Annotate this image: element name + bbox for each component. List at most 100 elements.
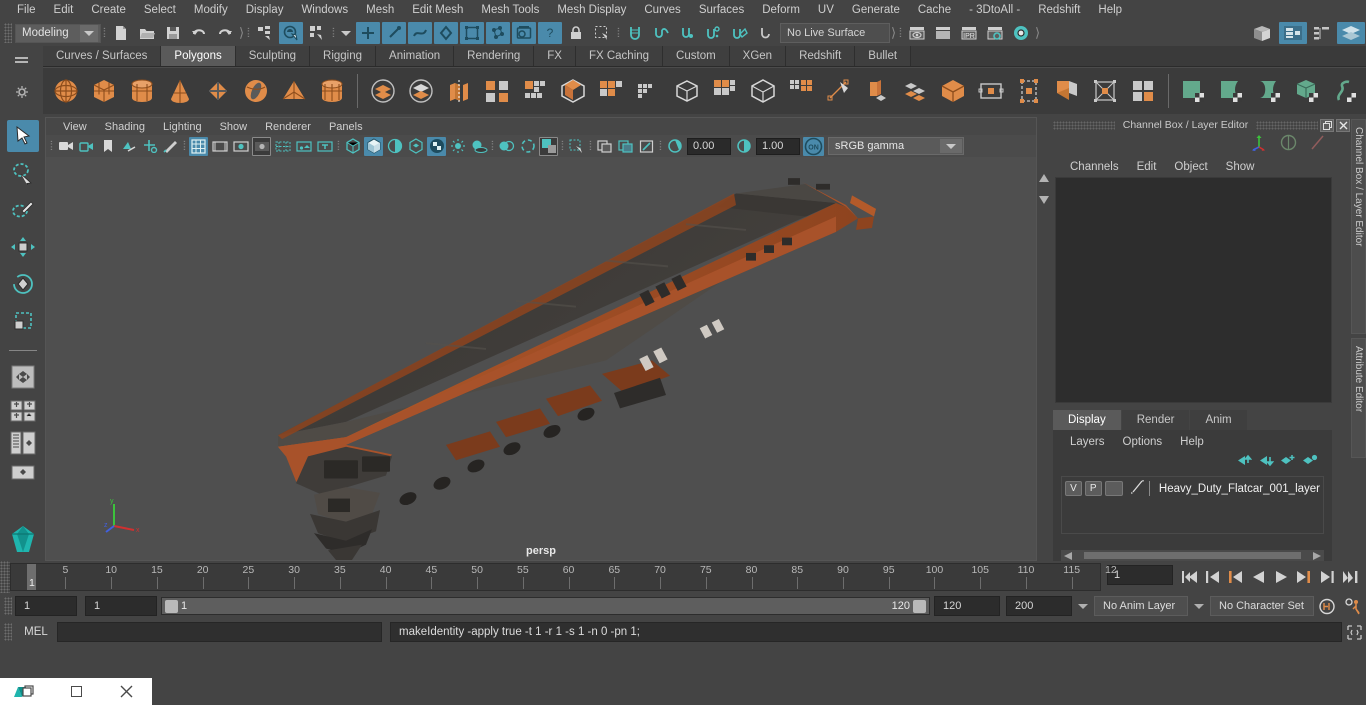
uv-planar-map-icon[interactable]	[1175, 70, 1213, 112]
step-back-keyframe-icon[interactable]	[1202, 566, 1222, 588]
anim-layer-selector[interactable]: No Anim Layer	[1094, 596, 1188, 616]
last-tool-used-button[interactable]	[7, 361, 39, 393]
separate-icon[interactable]	[402, 70, 440, 112]
menu-item-mesh[interactable]: Mesh	[357, 0, 403, 20]
hypershade-persp-layout-button[interactable]	[7, 522, 39, 556]
viewport-menu-view[interactable]: View	[54, 121, 96, 133]
rotate-tool-button[interactable]	[7, 268, 39, 300]
range-end-handle[interactable]	[913, 599, 926, 613]
save-scene-icon[interactable]	[161, 22, 185, 44]
select-handle-icon[interactable]	[512, 22, 536, 44]
2d-pan-zoom-icon[interactable]	[140, 137, 159, 156]
screen-space-ao-icon[interactable]	[497, 137, 516, 156]
shaded-wireframe-icon[interactable]	[406, 137, 425, 156]
menu-item-cache[interactable]: Cache	[909, 0, 960, 20]
poly-pyramid-icon[interactable]	[275, 70, 313, 112]
shelf-tab-rigging[interactable]: Rigging	[310, 46, 377, 66]
lasso-select-tool-button[interactable]	[7, 157, 39, 189]
select-vertex-icon[interactable]	[356, 22, 380, 44]
layer-tab-render[interactable]: Render	[1121, 410, 1190, 431]
new-layer-from-selected-icon[interactable]	[1302, 454, 1318, 472]
multisample-icon[interactable]	[539, 136, 558, 156]
scale-tool-button[interactable]	[7, 305, 39, 337]
menu-item-mesh-display[interactable]: Mesh Display	[548, 0, 635, 20]
target-weld-icon[interactable]	[972, 70, 1010, 112]
menu-item-generate[interactable]: Generate	[843, 0, 909, 20]
viewport-menu-lighting[interactable]: Lighting	[154, 121, 211, 133]
menu-item-create[interactable]: Create	[82, 0, 135, 20]
select-tool-button[interactable]	[6, 120, 39, 152]
lighting-icon[interactable]	[448, 137, 467, 156]
xray-icon[interactable]	[595, 137, 614, 156]
grid-icon[interactable]	[189, 136, 208, 156]
hypershade-icon[interactable]	[1009, 22, 1033, 44]
select-edge-icon[interactable]	[382, 22, 406, 44]
insert-edge-loop-icon[interactable]	[744, 70, 782, 112]
new-scene-icon[interactable]	[109, 22, 133, 44]
gate-mask-icon[interactable]	[252, 136, 271, 156]
select-by-hierarchy-icon[interactable]	[253, 22, 277, 44]
uv-spherical-map-icon[interactable]	[1251, 70, 1289, 112]
quad-draw-icon[interactable]	[1086, 70, 1124, 112]
merge-icon[interactable]	[934, 70, 972, 112]
move-layer-up-icon[interactable]	[1236, 454, 1253, 472]
layer-tab-anim[interactable]: Anim	[1190, 410, 1247, 431]
exposure-icon[interactable]	[665, 137, 684, 156]
xray-joints-icon[interactable]	[616, 137, 635, 156]
layer-menu-help[interactable]: Help	[1171, 436, 1213, 448]
character-set-selector[interactable]: No Character Set	[1210, 596, 1314, 616]
scroll-down-arrow[interactable]	[1039, 191, 1049, 209]
crease-icon[interactable]	[1010, 70, 1048, 112]
poly-sphere-icon[interactable]	[47, 70, 85, 112]
scroll-left-arrow[interactable]	[1064, 547, 1072, 565]
select-by-component-icon[interactable]	[305, 22, 329, 44]
go-to-end-icon[interactable]	[1340, 566, 1360, 588]
menu-item-curves[interactable]: Curves	[635, 0, 689, 20]
viewport-menu-renderer[interactable]: Renderer	[256, 121, 320, 133]
command-output-field[interactable]: makeIdentity -apply true -t 1 -r 1 -s 1 …	[390, 622, 1342, 642]
smooth-icon[interactable]	[554, 70, 592, 112]
resolution-gate-icon[interactable]	[231, 137, 250, 156]
animation-end-time-field[interactable]: 200	[1006, 596, 1072, 616]
maximize-window-icon[interactable]	[51, 678, 102, 705]
menu-item-windows[interactable]: Windows	[292, 0, 357, 20]
uv-cylindrical-map-icon[interactable]	[1213, 70, 1251, 112]
script-editor-icon[interactable]	[1342, 624, 1366, 640]
menu-item-edit-mesh[interactable]: Edit Mesh	[403, 0, 472, 20]
select-vertex-face-icon[interactable]	[460, 22, 484, 44]
command-line-grip[interactable]	[4, 623, 12, 641]
show-modeling-toolkit-icon[interactable]	[1337, 22, 1365, 44]
camera-attributes-icon[interactable]	[77, 137, 96, 156]
smooth-shade-icon[interactable]	[364, 136, 383, 156]
move-layer-down-icon[interactable]	[1258, 454, 1275, 472]
gamma-field[interactable]: 1.00	[756, 137, 800, 155]
layer-name[interactable]: Heavy_Duty_Flatcar_001_layer	[1159, 483, 1320, 495]
textured-icon[interactable]	[427, 136, 446, 156]
range-bar[interactable]: 1 120	[161, 597, 930, 615]
step-forward-frame-icon[interactable]	[1294, 566, 1314, 588]
rotate-tool-icon[interactable]	[1280, 134, 1297, 156]
poly-cone-icon[interactable]	[161, 70, 199, 112]
playback-start-time-field[interactable]: 1	[85, 596, 157, 616]
move-tool-icon[interactable]	[1251, 134, 1268, 156]
bevel-icon[interactable]	[592, 70, 630, 112]
redo-render-icon[interactable]	[931, 22, 955, 44]
motion-blur-icon[interactable]	[518, 137, 537, 156]
layer-playback-toggle[interactable]: P	[1084, 481, 1102, 497]
menu-item-deform[interactable]: Deform	[753, 0, 809, 20]
restore-icon[interactable]	[1320, 118, 1334, 132]
anim-layer-chevron-down-icon[interactable]	[1078, 603, 1088, 609]
scrollbar-thumb[interactable]	[1084, 552, 1301, 560]
play-forwards-icon[interactable]	[1271, 566, 1291, 588]
menu-item-help[interactable]: Help	[1089, 0, 1131, 20]
xray-active-components-icon[interactable]	[637, 137, 656, 156]
open-scene-icon[interactable]	[135, 22, 159, 44]
range-slider-grip[interactable]	[4, 597, 12, 615]
chevron-down-icon[interactable]	[80, 24, 98, 42]
scroll-up-arrow[interactable]	[1039, 169, 1049, 187]
channel-box-menu-channels[interactable]: Channels	[1061, 161, 1128, 173]
shelf-tab-fx[interactable]: FX	[534, 46, 576, 66]
snap-projected-icon[interactable]	[701, 22, 725, 44]
title-drag-dots-right[interactable]	[1256, 120, 1318, 130]
live-surface-field[interactable]: No Live Surface	[780, 23, 890, 43]
